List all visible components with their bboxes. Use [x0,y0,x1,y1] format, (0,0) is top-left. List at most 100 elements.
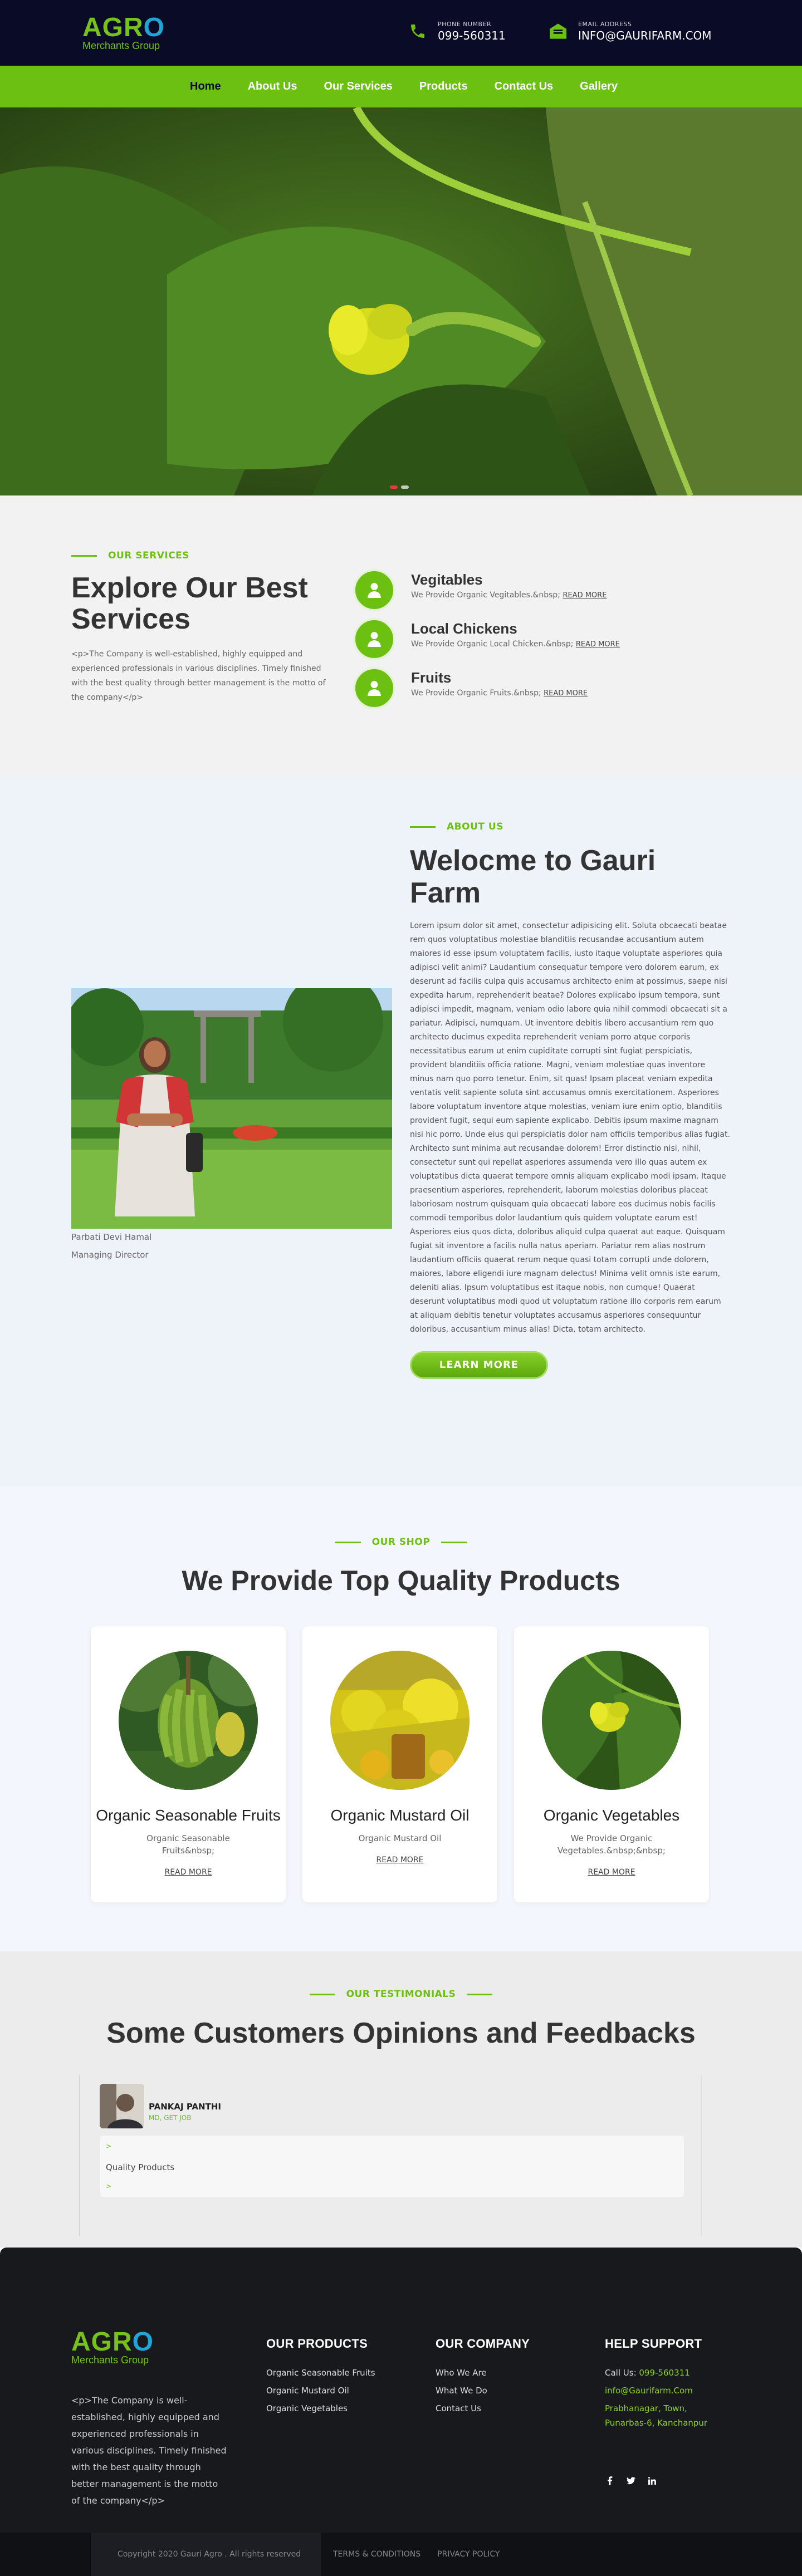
service-title: Vegitables [411,571,483,588]
footer-company-link[interactable]: What We Do [436,2386,530,2396]
terms-link[interactable]: TERMS & CONDITIONS [333,2533,420,2576]
product-image-vegetables [542,1651,681,1790]
footer-address-line: Prabhanagar, Town, [605,2403,687,2413]
director-role: Managing Director [71,1250,149,1260]
email-label: EMAIL ADDRESS [578,20,632,28]
footer-company-link[interactable]: Who We Are [436,2368,530,2378]
twitter-icon[interactable] [626,2476,636,2486]
service-item-fruits[interactable]: Fruits We Provide Organic Fruits.&nbsp; … [353,667,588,709]
product-title: Organic Vegetables [543,1807,680,1824]
product-title: Organic Seasonable Fruits [96,1807,281,1824]
linkedin-icon[interactable] [647,2476,657,2486]
logo-subtitle: Merchants Group [82,40,160,51]
product-title: Organic Mustard Oil [330,1807,470,1824]
learn-more-button[interactable]: LEARN MORE [410,1351,548,1379]
user-icon [353,667,395,709]
eyebrow-line [441,1541,467,1543]
director-name: Parbati Devi Hamal [71,1232,152,1242]
product-image-mustard [330,1651,470,1790]
footer-call: Call Us: 099-560311 [605,2368,690,2378]
user-icon [353,569,395,611]
director-photo [71,988,392,1229]
about-eyebrow: ABOUT US [410,821,731,832]
about-text: Lorem ipsum dolor sit amet, consectetur … [410,921,730,1334]
shop-eyebrow: OUR SHOP [0,1486,802,1548]
quote-open-icon: > [106,2142,112,2150]
email-value[interactable]: INFO@GAURIFARM.COM [578,29,712,42]
logo-wordmark: AGRO [82,13,165,42]
phone-contact: PHONE NUMBER 099-560311 [407,20,506,42]
product-card-mustard-oil[interactable]: Organic Mustard Oil Organic Mustard Oil … [302,1626,497,1902]
read-more-link[interactable]: READ MORE [164,1868,212,1877]
eyebrow-line [309,1993,335,1995]
service-item-local-chickens[interactable]: Local Chickens We Provide Organic Local … [353,618,620,660]
about-section: Parbati Devi Hamal Managing Director ABO… [0,777,802,1486]
slider-dot-1[interactable] [390,485,398,489]
phone-label: PHONE NUMBER [438,20,492,28]
product-card-vegetables[interactable]: Organic Vegetables We Provide Organic Ve… [514,1626,709,1902]
testimonial-quote: > Quality Products > [100,2135,684,2197]
product-desc: We Provide Organic Vegetables.&nbsp;&nbs… [558,1833,666,1856]
footer-address-line: Punarbas-6, Kanchanpur [605,2418,708,2428]
footer: AGRO Merchants Group <p>The Company is w… [0,2248,802,2576]
slider-dots[interactable] [390,485,409,489]
footer-email-link[interactable]: info@Gaurifarm.Com [605,2386,707,2396]
phone-icon [407,20,429,42]
privacy-link[interactable]: PRIVACY POLICY [437,2533,500,2576]
email-contact: EMAIL ADDRESS INFO@GAURIFARM.COM [547,20,712,42]
footer-company-link[interactable]: Contact Us [436,2403,530,2413]
product-desc: Organic Seasonable Fruits&nbsp; [146,1833,230,1856]
nav-about[interactable]: About Us [248,80,297,93]
service-title: Local Chickens [411,620,517,637]
footer-help-title: HELP SUPPORT [605,2337,702,2351]
nav-services[interactable]: Our Services [324,80,392,93]
read-more-link[interactable]: READ MORE [376,1856,423,1864]
slider-dot-2[interactable] [401,485,409,489]
services-title: Explore Our Best Services [71,572,308,635]
read-more-link[interactable]: READ MORE [563,591,607,600]
logo-wordmark: AGRO [71,2327,154,2357]
nav-home[interactable]: Home [190,80,221,93]
testimonial-card[interactable]: PANKAJ PANTHI MD, GET JOB > Quality Prod… [79,2075,702,2236]
service-desc: We Provide Organic Vegitables.&nbsp; [411,591,560,600]
logo-subtitle: Merchants Group [71,2354,149,2366]
footer-product-link[interactable]: Organic Mustard Oil [266,2386,375,2396]
service-desc: We Provide Organic Local Chicken.&nbsp; [411,640,574,649]
eyebrow-line [71,555,97,557]
footer-help-column: HELP SUPPORT Call Us: 099-560311 info@Ga… [605,2337,707,2428]
testimonial-text: Quality Products [106,2162,175,2172]
logo[interactable]: AGRO Merchants Group [82,14,165,52]
read-more-link[interactable]: READ MORE [588,1868,635,1877]
footer-products-title: OUR PRODUCTS [266,2337,368,2351]
about-title: Welocme to Gauri Farm [410,845,656,909]
eyebrow-line [410,826,436,828]
quote-close-icon: > [106,2182,112,2190]
product-image-bananas [119,1651,258,1790]
footer-product-link[interactable]: Organic Vegetables [266,2403,375,2413]
service-title: Fruits [411,669,452,686]
read-more-link[interactable]: READ MORE [544,689,588,698]
nav-gallery[interactable]: Gallery [580,80,618,93]
shop-title: We Provide Top Quality Products [182,1565,620,1596]
testimonials-section: OUR TESTIMONIALS Some Customers Opinions… [0,1951,802,2248]
product-card-fruits[interactable]: Organic Seasonable Fruits Organic Season… [91,1626,286,1902]
footer-product-link[interactable]: Organic Seasonable Fruits [266,2368,375,2378]
footer-phone-link[interactable]: 099-560311 [639,2368,689,2378]
reviewer-name: PANKAJ PANTHI [149,2102,221,2112]
read-more-link[interactable]: READ MORE [576,640,620,649]
envelope-icon [547,20,569,42]
nav-products[interactable]: Products [419,80,468,93]
service-item-vegitables[interactable]: Vegitables We Provide Organic Vegitables… [353,569,607,611]
hero-slider[interactable] [0,107,802,495]
user-icon [353,618,395,660]
services-section: OUR SERVICES Explore Our Best Services <… [0,495,802,777]
facebook-icon[interactable] [605,2476,615,2486]
avatar [100,2084,144,2128]
services-eyebrow: OUR SERVICES [71,550,339,561]
footer-company-column: OUR COMPANY Who We Are What We Do Contac… [436,2337,530,2413]
nav-contact[interactable]: Contact Us [495,80,554,93]
reviewer-role: MD, GET JOB [149,2114,192,2122]
product-desc: Organic Mustard Oil [358,1833,442,1843]
phone-value[interactable]: 099-560311 [438,29,506,42]
footer-logo[interactable]: AGRO Merchants Group [71,2329,154,2366]
